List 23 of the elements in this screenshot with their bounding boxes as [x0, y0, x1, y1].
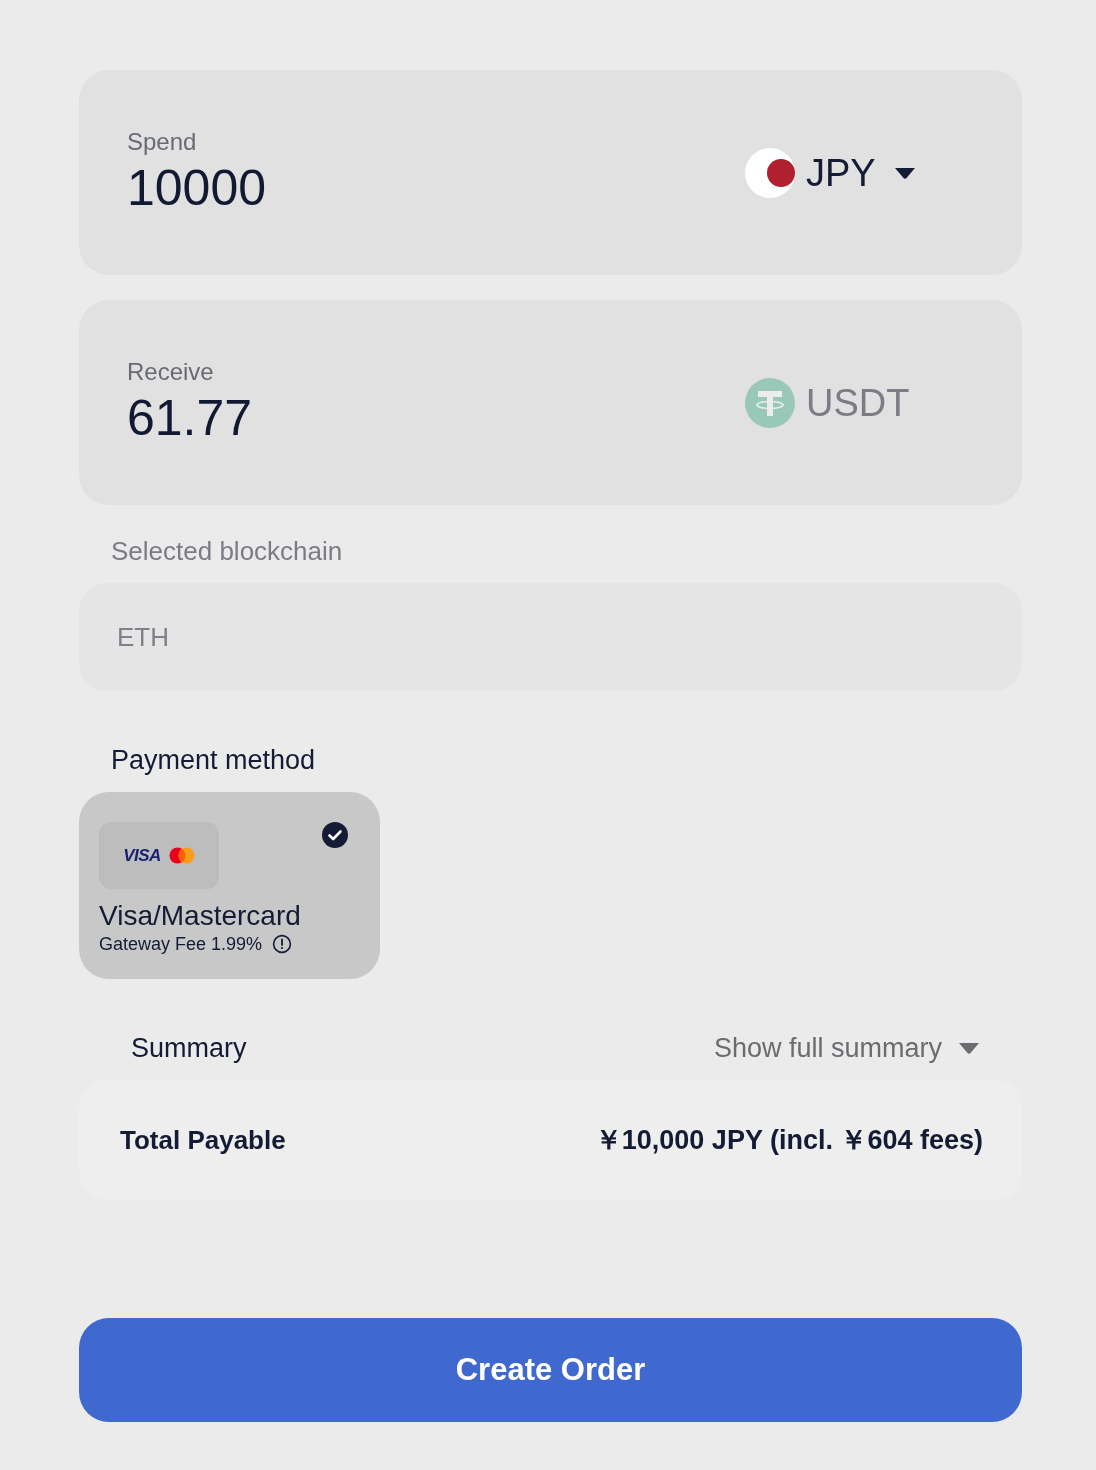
total-value: ￥10,000 JPY (incl. ￥604 fees): [594, 1124, 983, 1157]
fee-text: Gateway Fee 1.99%: [99, 933, 263, 955]
visa-wordmark: VISA: [123, 845, 161, 866]
info-icon[interactable]: [272, 934, 293, 954]
field-label: Selected blockchain: [111, 535, 343, 567]
field-label: Receive: [127, 360, 214, 384]
checkmark-icon: [322, 822, 348, 848]
total-label: Total Payable: [120, 1124, 286, 1156]
caret-icon: [893, 166, 916, 179]
flag-icon: [745, 147, 795, 198]
payment-option[interactable]: VISA Visa/Mastercard Gateway Fee 1.99%: [79, 792, 380, 979]
overlapping-circles-icon: [168, 847, 195, 864]
currency-selector[interactable]: JPY: [745, 147, 916, 198]
payment-method-name: Visa/Mastercard: [99, 899, 301, 933]
amount-value: 10000: [127, 160, 267, 216]
amount-value: 61.77: [127, 390, 253, 446]
section-heading: Summary: [131, 1032, 247, 1064]
caret-icon: [958, 1042, 980, 1054]
t-coin-icon: [745, 377, 795, 428]
summary-toggle[interactable]: Show full summary: [713, 1032, 980, 1064]
create-order-button[interactable]: Create Order: [79, 1318, 1022, 1422]
section-heading: Payment method: [111, 744, 316, 777]
field-label: Spend: [127, 130, 197, 154]
